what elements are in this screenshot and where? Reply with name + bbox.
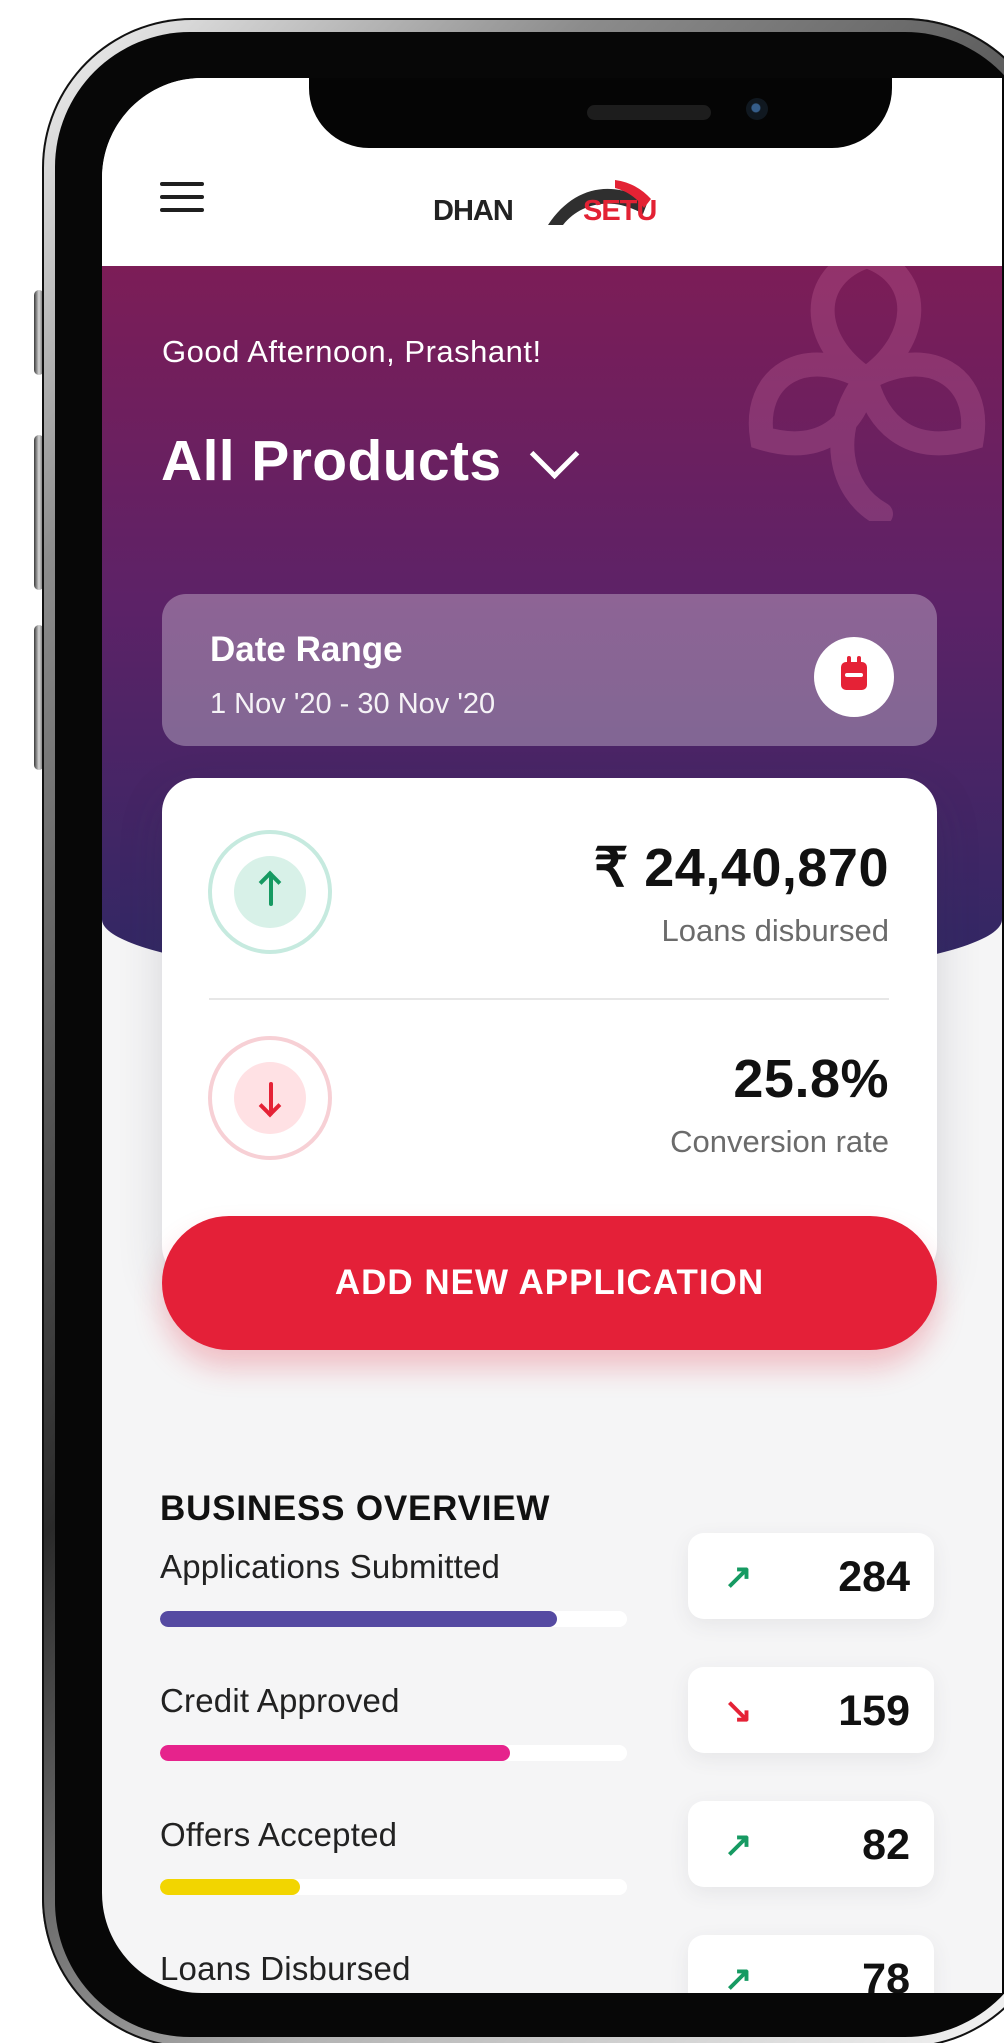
logo-dhan-text: DHAN — [433, 195, 514, 227]
trend-up-icon: ↗ — [724, 1558, 753, 1596]
product-selector-label: All Products — [161, 429, 502, 493]
loans-disbursed-status-icon — [208, 830, 332, 954]
menu-line — [160, 182, 204, 186]
overview-count: 82 — [862, 1821, 910, 1869]
business-overview-title: BUSINESS OVERVIEW — [160, 1489, 551, 1529]
overview-count-pill: ↗ 82 — [688, 1801, 934, 1887]
overview-progress-fill — [160, 1611, 557, 1627]
phone-notch — [309, 78, 892, 148]
overview-row-offers-accepted: Offers Accepted ↗ 82 — [160, 1801, 940, 1916]
calendar-detail-line — [845, 673, 863, 677]
down-arrow-icon — [269, 1082, 273, 1112]
loans-disbursed-value: ₹ 24,40,870 — [593, 838, 889, 898]
overview-count-pill: ↘ 159 — [688, 1667, 934, 1753]
add-new-application-button[interactable]: ADD NEW APPLICATION — [162, 1216, 937, 1350]
overview-label: Applications Submitted — [160, 1548, 501, 1585]
trend-up-icon: ↗ — [724, 1960, 753, 1993]
front-camera-icon — [746, 98, 768, 120]
overview-progress-fill — [160, 1745, 511, 1761]
date-range-value: 1 Nov '20 - 30 Nov '20 — [210, 688, 496, 720]
menu-line — [160, 195, 204, 199]
overview-label: Offers Accepted — [160, 1816, 398, 1853]
speaker-grille — [587, 105, 711, 120]
trend-down-icon: ↘ — [724, 1692, 753, 1730]
calendar-icon — [841, 656, 867, 690]
business-overview-list: Applications Submitted ↗ 284 Credit Appr… — [160, 1533, 940, 1993]
overview-count: 159 — [838, 1687, 910, 1735]
dhansetu-mobile-dashboard-page: DHAN SETU Good Afternoon, Prashant! All … — [0, 0, 1004, 2043]
performance-summary-card: ₹ 24,40,870 Loans disbursed 25.8% Conver… — [162, 778, 937, 1280]
loans-disbursed-label: Loans disbursed — [661, 913, 890, 948]
logo-setu-text: SETU — [583, 195, 657, 227]
conversion-rate-status-icon — [208, 1036, 332, 1160]
summary-divider — [209, 998, 889, 1000]
overview-progress-track — [160, 1745, 627, 1761]
overview-progress-track — [160, 1879, 627, 1895]
hamburger-menu-icon[interactable] — [160, 180, 204, 216]
menu-line — [160, 208, 204, 212]
overview-label: Credit Approved — [160, 1682, 400, 1719]
overview-row-loans-disbursed: Loans Disbursed ↗ 78 — [160, 1935, 940, 1993]
product-selector[interactable]: All Products — [161, 428, 579, 494]
overview-row-applications-submitted: Applications Submitted ↗ 284 — [160, 1533, 940, 1648]
date-range-label: Date Range — [210, 630, 403, 669]
decorative-flower-icon — [748, 266, 986, 521]
overview-progress-track — [160, 1611, 627, 1627]
chevron-down-icon — [529, 429, 579, 479]
overview-count: 78 — [862, 1955, 910, 1993]
overview-count: 284 — [838, 1553, 910, 1601]
overview-count-pill: ↗ 78 — [688, 1935, 934, 1993]
overview-progress-fill — [160, 1879, 301, 1895]
conversion-rate-label: Conversion rate — [670, 1124, 889, 1159]
date-range-picker[interactable]: Date Range 1 Nov '20 - 30 Nov '20 — [162, 594, 937, 746]
overview-label: Loans Disbursed — [160, 1950, 411, 1987]
down-status-circle — [234, 1062, 306, 1134]
overview-row-credit-approved: Credit Approved ↘ 159 — [160, 1667, 940, 1782]
app-screen: DHAN SETU Good Afternoon, Prashant! All … — [102, 78, 1002, 1993]
trend-up-icon: ↗ — [724, 1826, 753, 1864]
overview-count-pill: ↗ 284 — [688, 1533, 934, 1619]
calendar-button[interactable] — [814, 637, 894, 717]
up-status-circle — [234, 856, 306, 928]
conversion-rate-value: 25.8% — [733, 1049, 889, 1109]
up-arrow-icon — [269, 876, 273, 906]
greeting-text: Good Afternoon, Prashant! — [162, 334, 542, 369]
dhansetu-logo: DHAN SETU — [433, 170, 658, 234]
